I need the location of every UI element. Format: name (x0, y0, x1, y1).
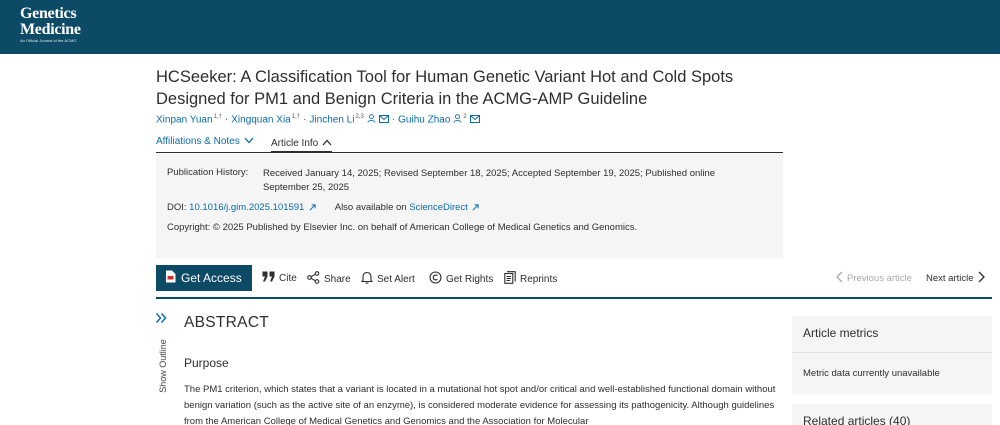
chevron-left-icon (836, 271, 843, 286)
article-metrics-panel: Article metrics Metric data currently un… (792, 316, 992, 394)
publication-history-label: Publication History: (167, 167, 249, 178)
author-affil-sup: 2,3 (355, 114, 364, 120)
author-affil-sup: 2 (463, 114, 467, 120)
get-rights-button[interactable]: Get Rights (429, 271, 493, 287)
set-alert-button[interactable]: Set Alert (360, 271, 415, 287)
cite-button[interactable]: Cite (262, 271, 297, 285)
article-info-panel: Publication History: Received January 14… (156, 154, 783, 258)
previous-article-label: Previous article (847, 273, 912, 284)
get-access-label: Get Access (181, 271, 242, 285)
author-affil-sup: 1,† (291, 114, 301, 120)
chevron-right-icon (978, 271, 985, 286)
doi-label: DOI: (167, 202, 187, 213)
author-affil-sup: 1,† (213, 114, 222, 120)
related-articles-panel[interactable]: Related articles (40) (792, 404, 992, 425)
author-link[interactable]: Guihu Zhao (398, 114, 450, 125)
logo-subtitle: An Official Journal of the ACMG (20, 38, 77, 43)
chevron-down-icon (244, 136, 254, 147)
quote-icon (262, 271, 275, 285)
sciencedirect-link[interactable]: ScienceDirect (409, 202, 468, 213)
share-icon (307, 271, 320, 287)
next-article-label: Next article (926, 273, 974, 284)
purpose-heading: Purpose (184, 356, 229, 370)
external-link-icon (472, 203, 480, 214)
reprints-label: Reprints (520, 273, 558, 285)
email-icon[interactable] (469, 115, 480, 126)
publication-history-text: Received January 14, 2025; Revised Septe… (263, 168, 716, 193)
person-icon[interactable] (453, 114, 462, 126)
logo-line-2: Medicine (20, 21, 81, 38)
tab-affiliations[interactable]: Affiliations & Notes (156, 136, 254, 147)
related-articles-heading: Related articles (40) (803, 414, 911, 425)
show-outline-label: Show Outline (158, 339, 168, 393)
tab-affiliations-label: Affiliations & Notes (156, 136, 240, 147)
pdf-icon (165, 270, 176, 286)
reprints-button[interactable]: Reprints (504, 271, 557, 287)
author-separator: · (391, 114, 396, 126)
show-outline-toggle[interactable]: Show Outline (155, 311, 171, 401)
tab-article-info[interactable]: Article Info (271, 136, 333, 153)
author-link[interactable]: Xingquan Xia (231, 114, 291, 125)
article-toolbar: Get Access Cite Share Set Alert Get Righ… (156, 264, 992, 298)
site-header: Genetics Medicine An Official Journal of… (0, 0, 1000, 54)
reprints-icon (504, 271, 516, 287)
external-link-icon (309, 203, 316, 214)
share-button[interactable]: Share (307, 271, 351, 287)
previous-article-link[interactable]: Previous article (836, 271, 912, 286)
doi-link[interactable]: 10.1016/j.gim.2025.101591 (189, 202, 304, 213)
author-list: Xinpan Yuan1,† · Xingquan Xia1,† · Jinchen L… (156, 114, 480, 126)
journal-logo[interactable]: Genetics Medicine An Official Journal of… (20, 6, 81, 44)
doi-row: DOI: 10.1016/j.gim.2025.101591 Also avai… (167, 202, 480, 214)
abstract-heading: ABSTRACT (184, 314, 270, 331)
author-link[interactable]: Jinchen Li (309, 114, 354, 125)
author-separator: · (303, 114, 307, 126)
metrics-heading: Article metrics (803, 326, 879, 340)
double-chevron-right-icon (155, 311, 167, 328)
bell-icon (360, 271, 374, 287)
abstract-paragraph: The PM1 criterion, which states that a v… (184, 384, 776, 425)
get-rights-label: Get Rights (446, 273, 494, 285)
copyright-icon (429, 271, 442, 287)
tab-article-info-label: Article Info (271, 138, 319, 149)
metrics-divider (792, 352, 992, 353)
article-title: HCSeeker: A Classification Tool for Huma… (156, 68, 734, 108)
metrics-text: Metric data currently unavailable (803, 368, 940, 379)
next-article-link[interactable]: Next article (926, 271, 985, 286)
author-separator: · (224, 114, 229, 126)
copyright-text: Copyright: © 2025 Published by Elsevier … (167, 222, 638, 233)
person-icon[interactable] (367, 114, 376, 126)
toolbar-divider (156, 297, 992, 299)
author-link[interactable]: Xinpan Yuan (156, 114, 213, 125)
logo-line-1: Genetics (20, 5, 77, 22)
share-label: Share (324, 273, 351, 285)
also-available-label: Also available on (334, 202, 407, 213)
get-access-button[interactable]: Get Access (156, 265, 252, 291)
cite-label: Cite (279, 272, 297, 284)
chevron-up-icon (322, 138, 332, 149)
email-icon[interactable] (378, 115, 389, 126)
set-alert-label: Set Alert (377, 273, 415, 285)
article-tabs: Affiliations & Notes Article Info (156, 135, 783, 153)
